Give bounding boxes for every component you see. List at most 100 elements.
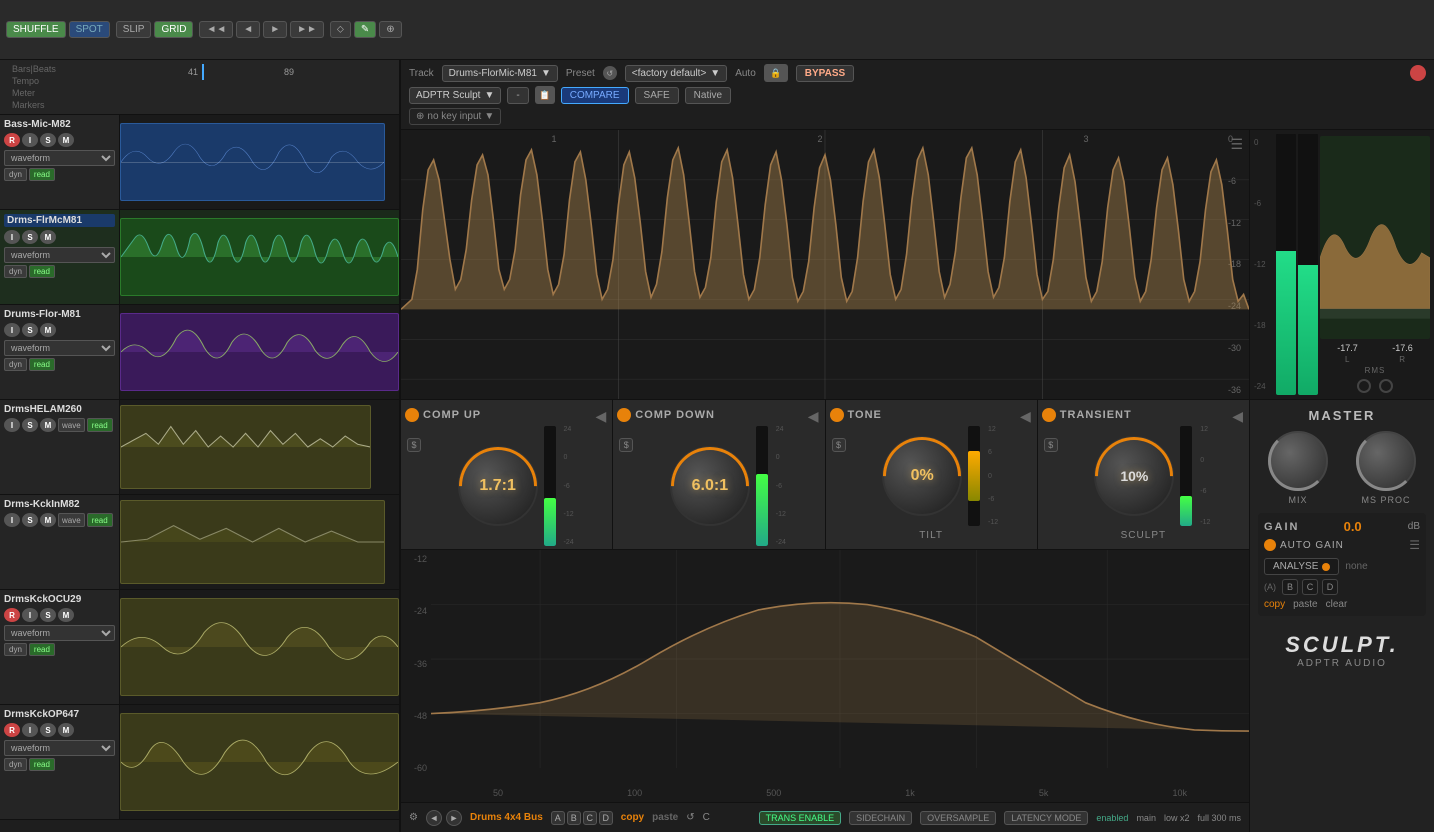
read-pill[interactable]: read [29,643,55,656]
tone-knob[interactable]: 0% [882,436,962,516]
knob-arrows-icon[interactable]: ◀ [808,408,819,425]
prev-btn[interactable]: ◄ [426,810,442,826]
mute-btn[interactable]: M [40,418,56,432]
bypass-btn[interactable]: BYPASS [796,65,854,82]
input-btn[interactable]: I [22,608,38,622]
wave-pill[interactable]: wave [58,418,85,432]
solo-btn[interactable]: S [40,723,56,737]
copy-btn[interactable]: copy [621,812,644,823]
redo-icon[interactable]: C [703,812,710,823]
record-btn[interactable]: R [4,723,20,737]
preset-circle-btn[interactable]: ↺ [603,66,617,80]
ab-d-btn[interactable]: D [599,811,613,825]
safe-icon-btn[interactable]: 🔒 [764,64,788,82]
solo-btn[interactable]: S [22,323,38,337]
read-pill[interactable]: read [87,418,113,432]
read-pill[interactable]: read [29,358,55,371]
track-mode-select[interactable]: waveform [4,150,115,166]
ab-b-btn[interactable]: B [1282,579,1298,595]
dyn-pill[interactable]: dyn [4,265,27,278]
shuffle-btn[interactable]: SHUFFLE [6,21,66,38]
read-pill[interactable]: read [29,265,55,278]
input-btn[interactable]: I [22,133,38,147]
tool-pencil-btn[interactable]: ✎ [354,21,376,38]
ab-c-btn[interactable]: C [1302,579,1318,595]
left-arrow-btn[interactable]: ◄◄ [199,21,233,38]
knob-arrows-icon[interactable]: ◀ [1020,408,1031,425]
track-mode-select[interactable]: waveform [4,625,115,641]
oversample-btn[interactable]: OVERSAMPLE [920,811,996,825]
minus-btn[interactable]: - [507,87,528,104]
ab-a-btn[interactable]: A [551,811,565,825]
record-btn[interactable]: R [4,133,20,147]
mute-btn[interactable]: M [58,133,74,147]
analyse-btn[interactable]: ANALYSE [1264,558,1339,575]
mute-btn[interactable]: M [40,513,56,527]
input-btn[interactable]: I [4,513,20,527]
solo-btn[interactable]: S [22,230,38,244]
knob-dollar-btn[interactable]: $ [619,438,633,452]
native-btn[interactable]: Native [685,87,731,104]
mute-btn[interactable]: M [40,323,56,337]
solo-btn[interactable]: S [22,418,38,432]
ab-d-btn[interactable]: D [1322,579,1338,595]
knob-dollar-btn[interactable]: $ [407,438,421,452]
sidechain-btn[interactable]: SIDECHAIN [849,811,912,825]
close-btn[interactable] [1410,65,1426,81]
key-input[interactable]: ⊕ no key input ▼ [409,108,501,125]
safe-btn[interactable]: SAFE [635,87,679,104]
track-mode-select[interactable]: waveform [4,247,115,263]
dyn-pill[interactable]: dyn [4,358,27,371]
ab-c-btn[interactable]: C [583,811,597,825]
read-pill[interactable]: read [87,513,113,527]
trans-enable-btn[interactable]: TRANS ENABLE [759,811,842,825]
mix-knob[interactable] [1268,431,1328,491]
transient-knob[interactable]: 10% [1094,436,1174,516]
mute-btn[interactable]: M [58,723,74,737]
slip-btn[interactable]: SLIP [116,21,152,38]
read-pill[interactable]: read [29,758,55,771]
settings-icon[interactable]: ⚙ [409,812,418,823]
dyn-pill[interactable]: dyn [4,758,27,771]
track-mode-select[interactable]: waveform [4,740,115,756]
preset-dropdown[interactable]: <factory default> ▼ [625,65,727,82]
compare-btn[interactable]: COMPARE [561,87,629,104]
dyn-pill[interactable]: dyn [4,643,27,656]
comp-down-knob[interactable]: 6.0:1 [670,446,750,526]
track-dropdown[interactable]: Drums-FlorMic-M81 ▼ [442,65,558,82]
solo-btn[interactable]: S [40,608,56,622]
spot-btn[interactable]: SPOT [69,21,110,38]
input-btn[interactable]: I [4,230,20,244]
mute-btn[interactable]: M [40,230,56,244]
knob-arrows-icon[interactable]: ◀ [595,408,606,425]
ms-proc-knob[interactable] [1356,431,1416,491]
tool-zoom-btn[interactable]: ⊕ [379,21,401,38]
copy-btn[interactable]: copy [1264,599,1285,610]
next-btn[interactable]: ► [446,810,462,826]
ab-b-btn[interactable]: B [567,811,581,825]
solo-btn[interactable]: S [40,133,56,147]
track-mode-select[interactable]: waveform [4,340,115,356]
right-arrow-btn[interactable]: ►► [290,21,324,38]
tool-selector-btn[interactable]: ⬦ [330,21,351,38]
wave-pill[interactable]: wave [58,513,85,527]
knob-arrows-icon[interactable]: ◀ [1232,408,1243,425]
knob-dollar-btn[interactable]: $ [832,438,846,452]
read-pill[interactable]: read [29,168,55,181]
comp-up-knob[interactable]: 1.7:1 [458,446,538,526]
paste-btn[interactable]: paste [1293,599,1317,610]
right-step-btn[interactable]: ► [263,21,287,38]
auto-gain-menu-icon[interactable]: ☰ [1409,538,1420,552]
knob-dollar-btn[interactable]: $ [1044,438,1058,452]
plugin-name-dropdown[interactable]: ADPTR Sculpt ▼ [409,87,501,104]
input-btn[interactable]: I [4,323,20,337]
clear-btn[interactable]: clear [1326,599,1348,610]
input-btn[interactable]: I [4,418,20,432]
latency-mode-btn[interactable]: LATENCY MODE [1004,811,1088,825]
solo-btn[interactable]: S [22,513,38,527]
mute-btn[interactable]: M [58,608,74,622]
undo-icon[interactable]: ↺ [686,812,694,823]
input-btn[interactable]: I [22,723,38,737]
record-btn[interactable]: R [4,608,20,622]
left-step-btn[interactable]: ◄ [236,21,260,38]
